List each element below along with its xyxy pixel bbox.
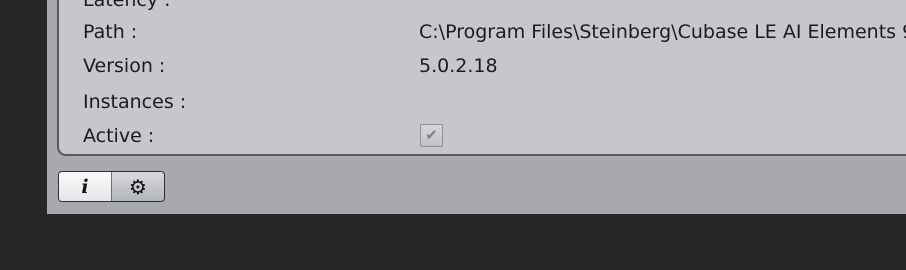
path-value: C:\Program Files\Steinberg\Cubase LE AI … bbox=[419, 21, 906, 43]
active-checkbox[interactable]: ✔ bbox=[420, 124, 443, 147]
active-label: Active : bbox=[83, 125, 155, 147]
settings-button[interactable]: ⚙ bbox=[112, 172, 164, 201]
info-button[interactable]: i bbox=[59, 172, 112, 201]
plugin-info-window: Latency : Path : C:\Program Files\Steinb… bbox=[47, 0, 906, 214]
latency-row: Latency : bbox=[59, 0, 906, 15]
info-icon: i bbox=[81, 175, 89, 198]
version-label: Version : bbox=[83, 55, 166, 77]
instances-label: Instances : bbox=[83, 91, 187, 113]
checkmark-icon: ✔ bbox=[425, 126, 438, 144]
version-row: Version : 5.0.2.18 bbox=[59, 51, 906, 81]
panel-toolbar: i ⚙ bbox=[58, 171, 165, 202]
instances-row: Instances : bbox=[59, 87, 906, 117]
active-row: Active : ✔ bbox=[59, 121, 906, 151]
version-value: 5.0.2.18 bbox=[419, 55, 498, 77]
gear-icon: ⚙ bbox=[129, 174, 147, 199]
latency-label: Latency : bbox=[83, 0, 171, 11]
plugin-details-panel: Latency : Path : C:\Program Files\Steinb… bbox=[57, 0, 906, 156]
path-label: Path : bbox=[83, 21, 138, 43]
path-row: Path : C:\Program Files\Steinberg\Cubase… bbox=[59, 17, 906, 47]
